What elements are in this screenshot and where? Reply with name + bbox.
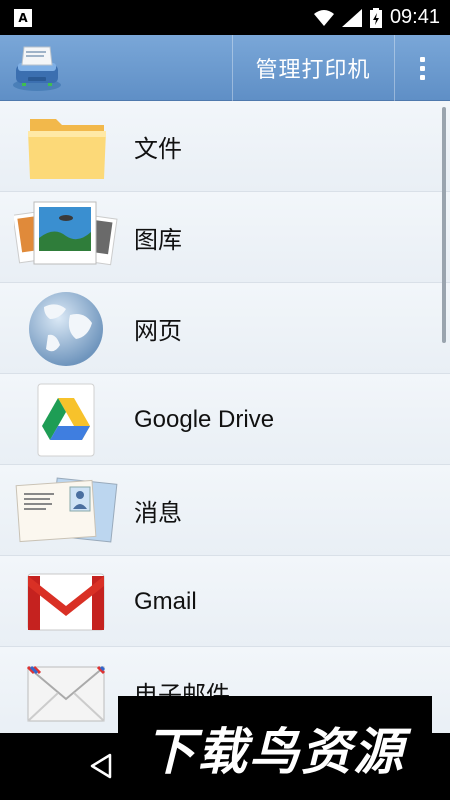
watermark-text: 下载鸟资源	[145, 723, 405, 781]
source-list[interactable]: 文件 图库 网页 Google Drive 消息 Gmail	[0, 101, 450, 733]
list-item-messages[interactable]: 消息	[0, 465, 450, 556]
signal-icon	[341, 8, 362, 27]
battery-icon	[369, 7, 382, 28]
status-icons: 09:41	[313, 0, 440, 35]
postcard-icon	[15, 477, 118, 543]
folder-icon	[28, 119, 106, 179]
overflow-menu-button[interactable]	[394, 35, 450, 101]
printer-icon[interactable]	[10, 41, 64, 95]
list-item-label: 网页	[134, 318, 182, 345]
more-vert-icon	[419, 56, 425, 80]
notification-icon: A	[14, 9, 32, 27]
list-item-label: Google Drive	[134, 405, 275, 433]
wifi-icon	[313, 9, 334, 26]
globe-icon	[29, 292, 103, 366]
clock: 09:41	[389, 6, 440, 28]
list-item-gmail[interactable]: Gmail	[0, 556, 450, 647]
google-drive-icon	[37, 383, 95, 457]
list-item-files[interactable]: 文件	[0, 101, 450, 192]
photos-icon	[14, 201, 118, 266]
list-item-label: Gmail	[134, 587, 197, 615]
list-item-gallery[interactable]: 图库	[0, 192, 450, 283]
scrollbar[interactable]	[442, 107, 446, 343]
watermark: 下载鸟资源	[118, 696, 432, 800]
list-item-label: 消息	[134, 500, 182, 527]
app-bar: 管理打印机	[0, 35, 450, 101]
status-bar: A 09:41	[0, 0, 450, 35]
gmail-icon	[27, 573, 105, 631]
list-item-label: 文件	[134, 136, 182, 163]
back-icon[interactable]	[86, 751, 116, 781]
list-item-web[interactable]: 网页	[0, 283, 450, 374]
envelope-icon	[26, 665, 106, 722]
list-item-google-drive[interactable]: Google Drive	[0, 374, 450, 465]
manage-printers-button[interactable]: 管理打印机	[232, 35, 394, 101]
list-item-label: 图库	[134, 227, 182, 254]
